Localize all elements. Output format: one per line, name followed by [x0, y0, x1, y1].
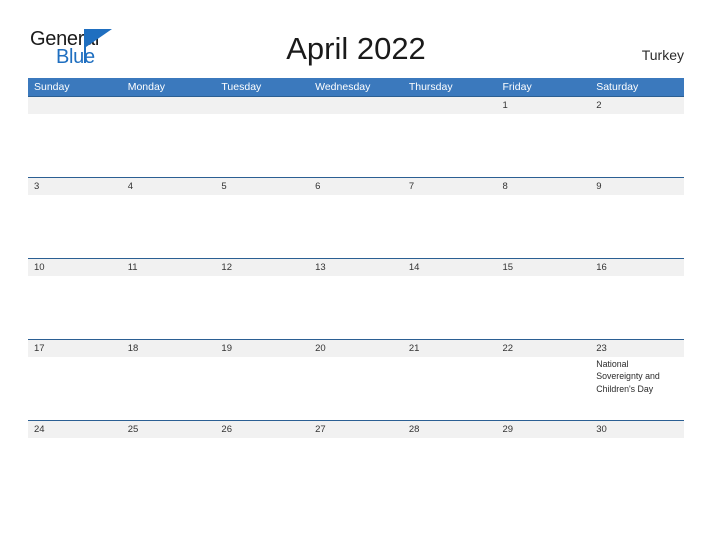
calendar-page: General Blue April 2022 Turkey Sunday Mo…	[0, 0, 712, 550]
day-cell[interactable]	[28, 357, 122, 420]
day-cell[interactable]: National Sovereignty and Children's Day	[590, 357, 684, 420]
day-cell[interactable]	[403, 357, 497, 420]
weekday-header-monday: Monday	[127, 81, 166, 93]
day-number[interactable]: 10	[28, 259, 122, 276]
day-number[interactable]: 26	[215, 421, 309, 438]
week-body-row	[28, 195, 684, 258]
day-number[interactable]: 23	[590, 340, 684, 357]
day-number[interactable]: 6	[309, 178, 403, 195]
day-cell[interactable]	[590, 195, 684, 258]
day-cell[interactable]	[497, 195, 591, 258]
day-cell[interactable]	[122, 195, 216, 258]
day-number[interactable]: 7	[403, 178, 497, 195]
day-number[interactable]: 16	[590, 259, 684, 276]
day-number[interactable]: 28	[403, 421, 497, 438]
week-body-row	[28, 438, 684, 538]
calendar-week-row: 24 25 26 27 28 29 30	[28, 420, 684, 538]
week-body-row	[28, 114, 684, 177]
day-cell[interactable]	[122, 276, 216, 339]
day-cell[interactable]	[215, 357, 309, 420]
day-cell[interactable]	[215, 438, 309, 538]
day-cell[interactable]	[122, 114, 216, 177]
day-number[interactable]: 14	[403, 259, 497, 276]
day-number[interactable]: 2	[590, 97, 684, 114]
day-cell[interactable]	[403, 114, 497, 177]
day-number[interactable]: 1	[497, 97, 591, 114]
week-body-row	[28, 276, 684, 339]
day-number[interactable]: 8	[497, 178, 591, 195]
day-number[interactable]: 18	[122, 340, 216, 357]
day-cell[interactable]	[215, 276, 309, 339]
page-title: April 2022	[286, 31, 426, 66]
day-cell[interactable]	[403, 195, 497, 258]
weekday-header-wednesday: Wednesday	[315, 81, 371, 93]
weekday-header-sunday: Sunday	[34, 81, 70, 93]
day-number[interactable]	[215, 97, 309, 114]
day-number[interactable]: 4	[122, 178, 216, 195]
day-number[interactable]: 15	[497, 259, 591, 276]
day-number[interactable]: 3	[28, 178, 122, 195]
day-number[interactable]: 22	[497, 340, 591, 357]
day-number[interactable]: 5	[215, 178, 309, 195]
day-cell[interactable]	[215, 195, 309, 258]
day-cell[interactable]	[28, 114, 122, 177]
day-cell[interactable]	[28, 195, 122, 258]
calendar-week-row: 17 18 19 20 21 22 23 National Sovereignt…	[28, 339, 684, 420]
day-cell[interactable]	[403, 276, 497, 339]
week-date-band: 10 11 12 13 14 15 16	[28, 258, 684, 276]
day-cell[interactable]	[28, 276, 122, 339]
day-cell[interactable]	[497, 276, 591, 339]
week-date-band: 17 18 19 20 21 22 23	[28, 339, 684, 357]
day-cell[interactable]	[403, 438, 497, 538]
page-header: General Blue April 2022 Turkey	[0, 0, 712, 76]
calendar-grid: Sunday Monday Tuesday Wednesday Thursday…	[28, 78, 684, 538]
day-number[interactable]	[28, 97, 122, 114]
day-cell[interactable]	[309, 114, 403, 177]
day-cell[interactable]	[590, 438, 684, 538]
day-number[interactable]: 29	[497, 421, 591, 438]
week-date-band: 3 4 5 6 7 8 9	[28, 177, 684, 195]
country-label: Turkey	[641, 47, 684, 63]
weekday-header-tuesday: Tuesday	[221, 81, 262, 93]
day-number[interactable]: 17	[28, 340, 122, 357]
weekday-header-thursday: Thursday	[408, 81, 453, 93]
day-cell[interactable]	[497, 114, 591, 177]
day-number[interactable]: 11	[122, 259, 216, 276]
day-number[interactable]	[309, 97, 403, 114]
day-cell[interactable]	[497, 357, 591, 420]
week-date-band: 1 2	[28, 96, 684, 114]
day-number[interactable]: 20	[309, 340, 403, 357]
weekday-header-saturday: Saturday	[596, 81, 639, 93]
day-cell[interactable]	[309, 195, 403, 258]
week-date-band: 24 25 26 27 28 29 30	[28, 420, 684, 438]
day-cell[interactable]	[590, 276, 684, 339]
weekday-header-row: Sunday Monday Tuesday Wednesday Thursday…	[28, 78, 684, 96]
day-cell[interactable]	[28, 438, 122, 538]
day-number[interactable]: 30	[590, 421, 684, 438]
day-number[interactable]: 24	[28, 421, 122, 438]
day-cell[interactable]	[309, 276, 403, 339]
week-body-row: National Sovereignty and Children's Day	[28, 357, 684, 420]
day-number[interactable]: 21	[403, 340, 497, 357]
day-number[interactable]	[122, 97, 216, 114]
day-event-text: National Sovereignty and Children's Day	[596, 359, 660, 394]
day-cell[interactable]	[497, 438, 591, 538]
day-number[interactable]: 13	[309, 259, 403, 276]
day-cell[interactable]	[309, 438, 403, 538]
day-number[interactable]: 9	[590, 178, 684, 195]
weekday-header-friday: Friday	[502, 81, 532, 93]
day-number[interactable]: 25	[122, 421, 216, 438]
day-cell[interactable]	[122, 438, 216, 538]
calendar-week-row: 10 11 12 13 14 15 16	[28, 258, 684, 339]
calendar-week-row: 1 2	[28, 96, 684, 177]
day-cell[interactable]	[122, 357, 216, 420]
day-number[interactable]: 19	[215, 340, 309, 357]
calendar-week-row: 3 4 5 6 7 8 9	[28, 177, 684, 258]
day-cell[interactable]	[309, 357, 403, 420]
day-cell[interactable]	[215, 114, 309, 177]
day-number[interactable]: 27	[309, 421, 403, 438]
day-number[interactable]	[403, 97, 497, 114]
day-number[interactable]: 12	[215, 259, 309, 276]
day-cell[interactable]	[590, 114, 684, 177]
